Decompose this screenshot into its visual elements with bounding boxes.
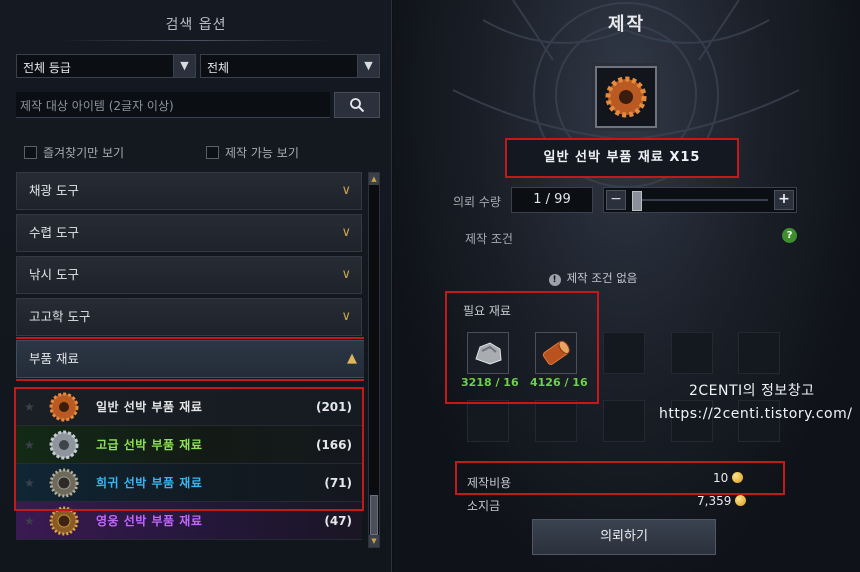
checkbox-box[interactable]: [24, 146, 37, 159]
empty-slot: [467, 400, 509, 442]
gold-amount: 7,359: [697, 494, 732, 508]
craft-title: 제작: [607, 14, 646, 35]
cost-amount: 10: [713, 471, 729, 485]
info-icon: !: [548, 274, 561, 286]
category-label: 부품 재료: [29, 351, 79, 366]
scroll-thumb[interactable]: [370, 495, 378, 535]
category-hunting-tools[interactable]: 수렵 도구 ∨: [16, 214, 362, 252]
orange-gear-icon: [605, 76, 647, 118]
search-options-panel: 검색 옵션 전체 등급 ▼ 전체 ▼ 제작 대상 아이템 (2글자 이상) 즐겨…: [0, 0, 392, 572]
empty-slot: [603, 332, 645, 374]
material-slot[interactable]: [467, 332, 509, 374]
grade-select-value: 전체 등급: [23, 61, 71, 75]
search-placeholder: 제작 대상 아이템 (2글자 이상): [20, 99, 174, 113]
empty-slot: [738, 332, 780, 374]
gold-coin-icon: [735, 495, 747, 506]
craftable-only-checkbox[interactable]: 제작 가능 보기: [206, 144, 299, 161]
title-divider: [60, 40, 332, 41]
category-label: 고고학 도구: [29, 309, 91, 324]
chevron-down-icon: ∨: [341, 309, 351, 324]
category-parts-materials[interactable]: 부품 재료 ▲: [16, 337, 364, 381]
empty-slot: [535, 400, 577, 442]
material-count: 4126 / 16: [530, 376, 588, 389]
scrollbar[interactable]: ▲ ▼: [368, 172, 380, 548]
checkbox-box[interactable]: [206, 146, 219, 159]
plus-icon[interactable]: +: [774, 190, 794, 210]
chevron-down-icon[interactable]: ▼: [357, 55, 379, 77]
chevron-down-icon: ∨: [341, 225, 351, 240]
type-select-value: 전체: [207, 61, 230, 75]
timber-icon: [542, 340, 570, 365]
gold-value: 7,359: [697, 494, 747, 508]
type-select[interactable]: 전체 ▼: [200, 54, 380, 78]
search-button[interactable]: [334, 92, 380, 118]
condition-label: 제작 조건: [465, 232, 513, 246]
scroll-down-icon[interactable]: ▼: [369, 535, 379, 547]
quantity-input[interactable]: 1 / 99: [511, 187, 593, 213]
quantity-label: 의뢰 수량: [453, 195, 501, 209]
chevron-down-icon: ∨: [341, 267, 351, 282]
cost-label: 제작비용: [467, 476, 512, 490]
cost-value: 10: [713, 471, 744, 485]
ore-icon: [475, 342, 502, 365]
help-icon[interactable]: ?: [782, 228, 797, 243]
category-fishing-tools[interactable]: 낚시 도구 ∨: [16, 256, 362, 294]
quantity-slider[interactable]: − +: [603, 187, 797, 213]
empty-slot: [671, 332, 713, 374]
slider-thumb[interactable]: [632, 191, 642, 211]
category-archaeology-tools[interactable]: 고고학 도구 ∨: [16, 298, 362, 336]
chevron-down-icon: ∨: [341, 183, 351, 198]
material-slot[interactable]: [535, 332, 577, 374]
materials-label: 필요 재료: [463, 304, 511, 318]
condition-status-text: 제작 조건 없음: [566, 271, 638, 285]
chevron-up-icon: ▲: [347, 351, 357, 366]
watermark-url: https://2centi.tistory.com/: [659, 406, 853, 422]
material-count: 3218 / 16: [461, 376, 519, 389]
craftable-only-label: 제작 가능 보기: [225, 146, 299, 160]
grade-select[interactable]: 전체 등급 ▼: [16, 54, 196, 78]
craft-panel: 제작 일반 선박 부품 재료 X15 의뢰 수량 1 / 99 − + 제작 조…: [393, 0, 860, 572]
category-label: 채광 도구: [29, 183, 79, 198]
minus-icon[interactable]: −: [606, 190, 626, 210]
crafting-item-slot[interactable]: [595, 66, 657, 128]
condition-status: ! 제작 조건 없음: [393, 270, 793, 286]
item-name-title: 일반 선박 부품 재료 X15: [505, 138, 739, 178]
empty-slot: [603, 400, 645, 442]
watermark-title: 2CENTI의 정보창고: [689, 383, 815, 399]
items-highlight: [14, 387, 364, 511]
favorites-only-checkbox[interactable]: 즐겨찾기만 보기: [24, 144, 124, 161]
gold-label: 소지금: [467, 499, 501, 513]
chevron-down-icon[interactable]: ▼: [173, 55, 195, 77]
category-label: 수렵 도구: [29, 225, 79, 240]
search-input[interactable]: 제작 대상 아이템 (2글자 이상): [16, 92, 330, 118]
gold-coin-icon: [732, 472, 744, 483]
slider-rail[interactable]: [632, 199, 768, 201]
category-mining-tools[interactable]: 채광 도구 ∨: [16, 172, 362, 210]
category-label: 낚시 도구: [29, 267, 79, 282]
request-craft-button[interactable]: 의뢰하기: [532, 519, 716, 555]
favorites-only-label: 즐겨찾기만 보기: [43, 146, 125, 160]
panel-title: 검색 옵션: [165, 17, 227, 33]
search-icon: [350, 98, 365, 113]
scroll-up-icon[interactable]: ▲: [369, 173, 379, 185]
